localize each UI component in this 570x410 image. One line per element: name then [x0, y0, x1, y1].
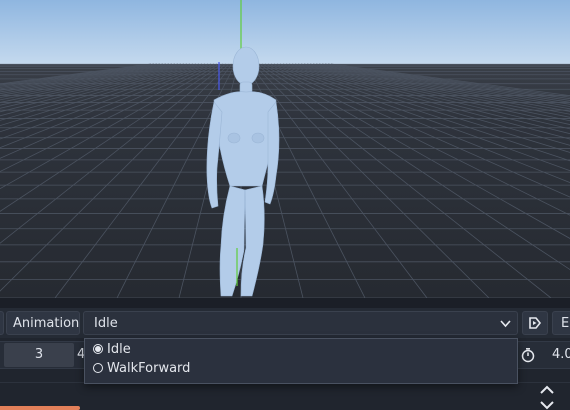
clock-icon — [521, 348, 535, 363]
collapse-button[interactable] — [0, 311, 4, 335]
3d-viewport[interactable] — [0, 0, 570, 298]
current-frame-field[interactable]: 3 — [4, 343, 74, 367]
panel-divider[interactable] — [0, 298, 570, 308]
chevron-down-icon[interactable] — [538, 400, 556, 410]
animation-dropdown-popup: Idle WalkForward — [84, 338, 518, 384]
animation-length-field[interactable]: 4.0 — [552, 343, 570, 367]
option-label: Idle — [107, 342, 131, 357]
track-marker[interactable] — [0, 406, 80, 410]
chevron-down-icon — [500, 312, 511, 334]
animation-select[interactable]: Idle — [83, 311, 518, 335]
edit-button[interactable]: E — [552, 311, 570, 335]
edit-button-label: E — [561, 316, 570, 331]
selected-animation-label: Idle — [94, 316, 118, 331]
option-label: WalkForward — [107, 361, 191, 376]
radio-unchecked-icon — [93, 363, 103, 373]
ground-plane — [0, 64, 570, 298]
animation-menu-button[interactable]: Animation — [6, 311, 80, 335]
sky — [0, 0, 570, 64]
animation-toolbar: Animation Idle E — [0, 308, 570, 338]
autoplay-icon — [529, 317, 542, 329]
chevron-up-icon[interactable] — [538, 383, 556, 397]
dropdown-option-idle[interactable]: Idle — [93, 341, 131, 359]
autoplay-button[interactable] — [522, 311, 548, 335]
dropdown-option-walkforward[interactable]: WalkForward — [93, 360, 190, 378]
radio-checked-icon — [93, 344, 103, 354]
animation-menu-label: Animation — [13, 316, 80, 331]
